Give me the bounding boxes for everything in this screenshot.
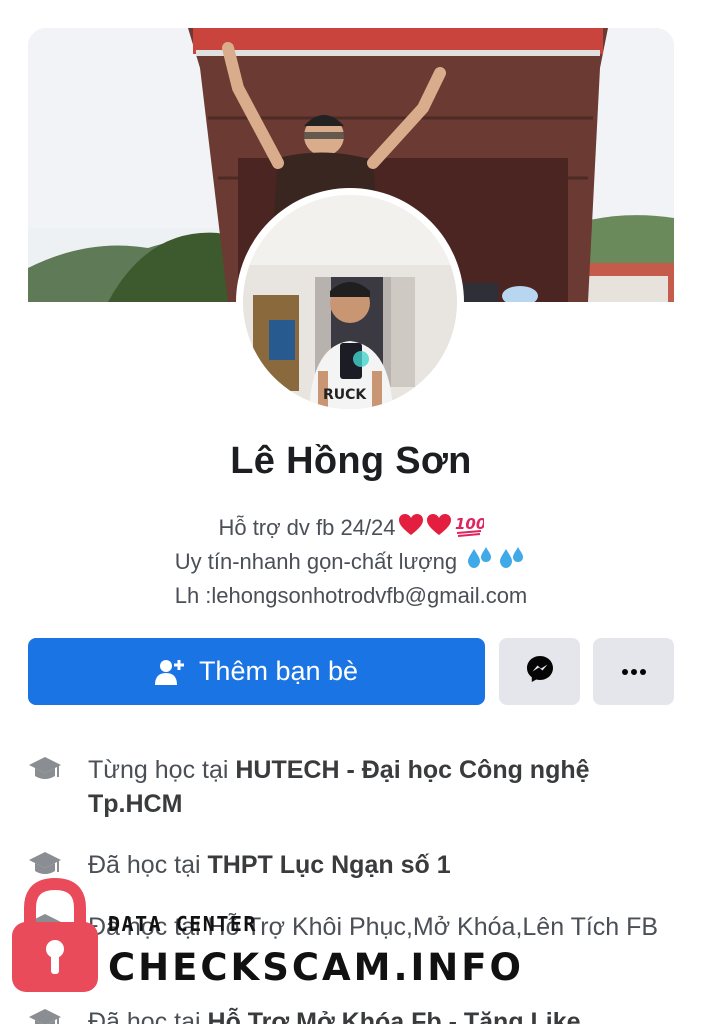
info-row-education-1: Từng học tại HUTECH - Đại học Công nghệ … — [28, 753, 678, 821]
info-prefix: Đã học tại — [88, 913, 208, 941]
bio-line-3: Lh :lehongsonhotrodvfb@gmail.com — [174, 583, 528, 609]
hundred-points-icon: 100 — [454, 512, 486, 546]
sweat-droplets-icon — [465, 546, 495, 580]
info-row-education-3: Đã học tại Hỗ Trợ Khôi Phục,Mở Khóa,Lên … — [28, 910, 678, 944]
info-prefix: Từng học tại — [88, 756, 236, 784]
more-dots-icon — [621, 663, 647, 681]
watermark-label-big: CHECKSCAM.INFO — [108, 946, 524, 989]
red-heart-icon — [398, 513, 424, 545]
messenger-button[interactable] — [499, 638, 580, 705]
sweat-droplets-icon — [497, 546, 527, 580]
bio-text-1: Hỗ trợ dv fb 24/24 — [218, 515, 396, 540]
graduation-cap-icon — [28, 753, 62, 794]
profile-bio: Hỗ trợ dv fb 24/24 100 Uy tín-nhanh gọn-c… — [0, 512, 702, 611]
svg-text:RUCK: RUCK — [323, 387, 367, 403]
add-friend-button[interactable]: Thêm bạn bè — [28, 638, 485, 705]
graduation-cap-icon — [28, 848, 62, 889]
info-school-link[interactable]: Hỗ Trợ Mở Khóa Fb - Tăng Like — [208, 1008, 581, 1024]
add-friend-label: Thêm bạn bè — [198, 656, 359, 686]
info-school-link[interactable]: Hỗ Trợ Khôi Phục,Mở Khóa,Lên Tích FB — [208, 913, 659, 941]
more-options-button[interactable] — [593, 638, 674, 705]
bio-line-2: Uy tín-nhanh gọn-chất lượng — [0, 546, 702, 580]
graduation-cap-icon — [28, 1005, 62, 1024]
profile-name: Lê Hồng Sơn — [230, 440, 472, 482]
info-prefix: Đã học tại — [88, 1008, 208, 1024]
info-row-education-2: Đã học tại THPT Lục Ngạn số 1 — [28, 848, 678, 882]
messenger-icon — [525, 654, 555, 689]
profile-avatar[interactable]: RUCK — [236, 188, 464, 416]
person-plus-icon — [154, 658, 185, 686]
info-row-education-4: Đã học tại Hỗ Trợ Mở Khóa Fb - Tăng Like — [28, 1005, 678, 1024]
graduation-cap-icon — [28, 910, 62, 951]
bio-line-1: Hỗ trợ dv fb 24/24 100 — [0, 512, 702, 546]
bio-text-2: Uy tín-nhanh gọn-chất lượng — [174, 549, 458, 575]
info-prefix: Đã học tại — [88, 851, 208, 879]
red-heart-icon — [426, 513, 452, 545]
info-school-link[interactable]: THPT Lục Ngạn số 1 — [208, 851, 451, 879]
avatar-image: RUCK — [243, 195, 457, 409]
